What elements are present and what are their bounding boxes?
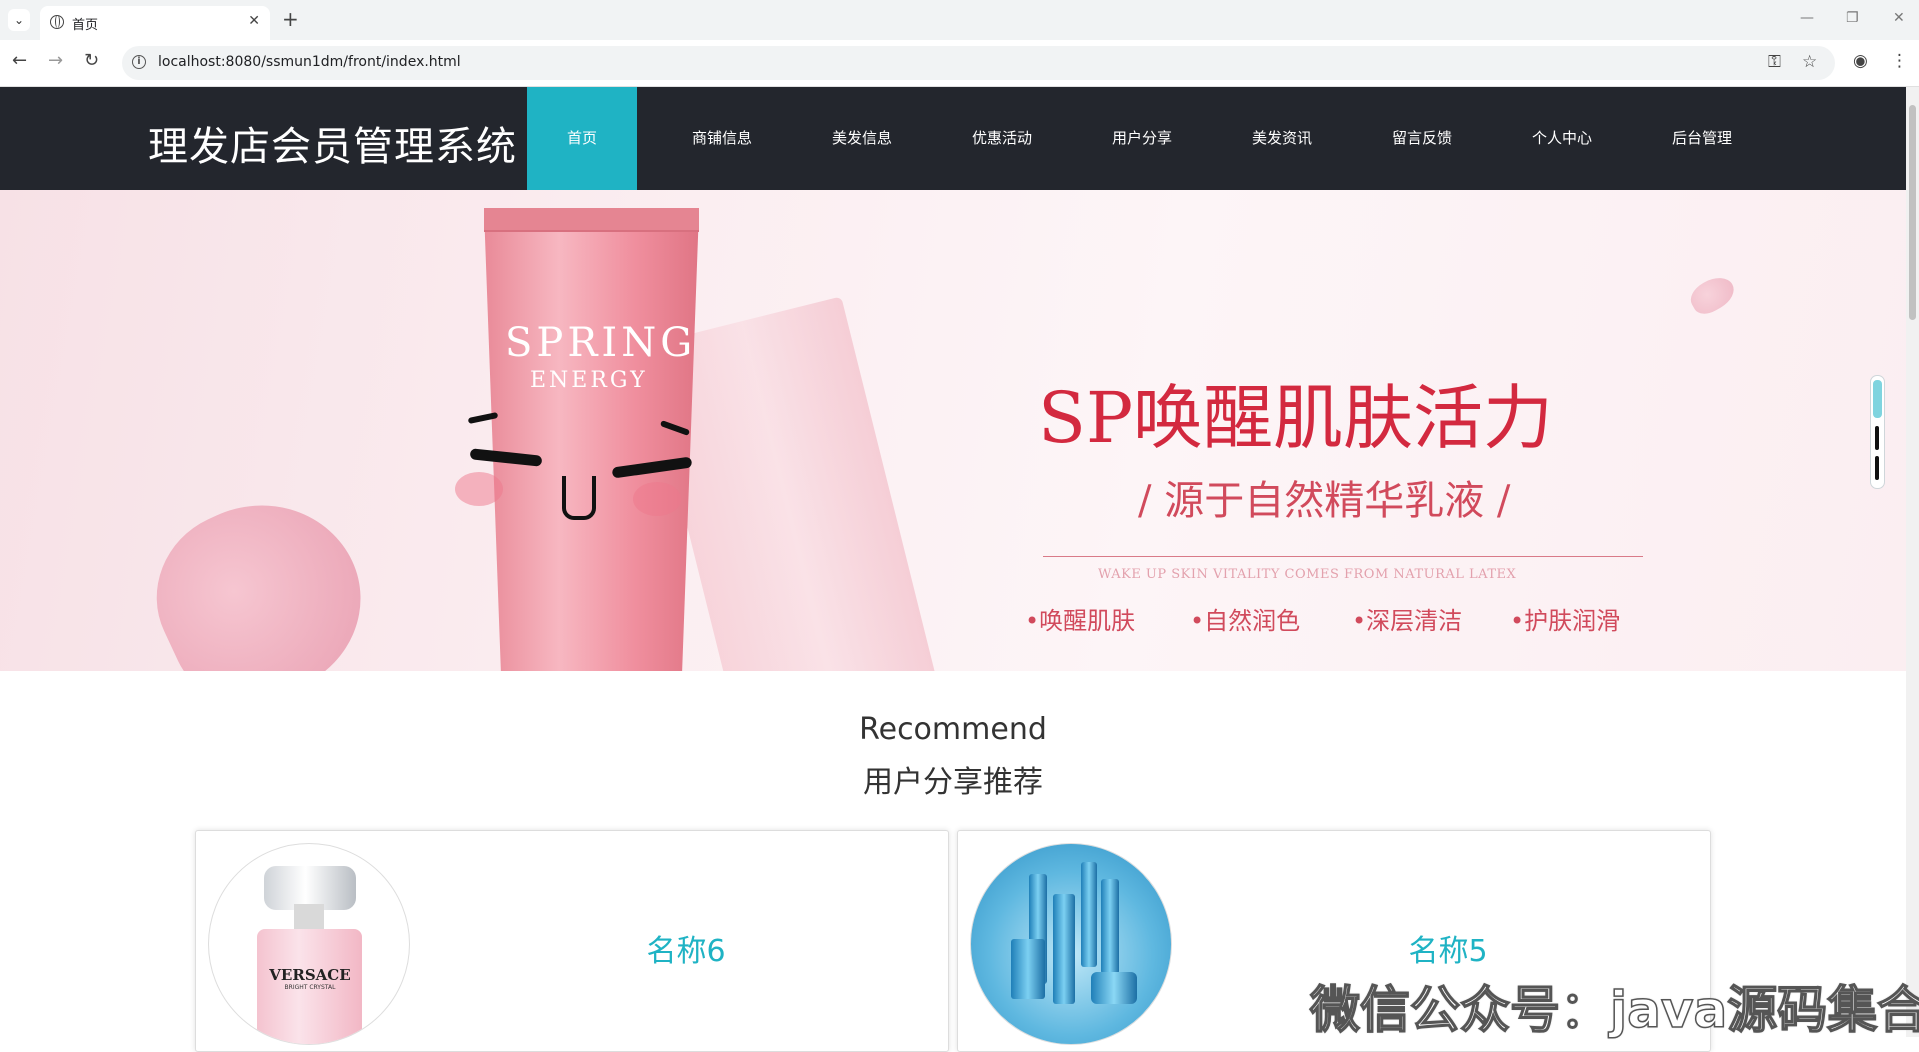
widget-bar	[1875, 426, 1879, 450]
bookmark-star-icon[interactable]: ☆	[1802, 52, 1817, 72]
reload-button[interactable]: ↻	[84, 50, 99, 71]
nav-item-hair-news[interactable]: 美发资讯	[1227, 87, 1337, 190]
banner-divider	[1043, 556, 1643, 557]
browser-tabstrip: ⌄ 首页 ✕ + — ❐ ✕	[0, 0, 1919, 40]
widget-bar	[1875, 456, 1879, 480]
doodle-cheek-left	[455, 472, 503, 506]
browser-tab[interactable]: 首页 ✕	[40, 6, 270, 40]
page-scrollbar[interactable]	[1906, 87, 1919, 1037]
close-tab-icon[interactable]: ✕	[248, 13, 260, 29]
nav-item-shops[interactable]: 商铺信息	[667, 87, 777, 190]
doodle-cheek-right	[633, 482, 681, 516]
recommend-card[interactable]: VERSACE BRIGHT CRYSTAL 名称6	[195, 830, 949, 1052]
profile-icon[interactable]: ◉	[1853, 51, 1868, 71]
card-name[interactable]: 名称5	[1258, 926, 1638, 970]
small-petal-image	[1685, 270, 1740, 320]
recommend-title-cn: 用户分享推荐	[863, 765, 1043, 800]
doodle-mouth	[562, 476, 596, 520]
recommend-title-en: Recommend	[859, 712, 1047, 747]
close-window-button[interactable]: ✕	[1893, 10, 1905, 26]
cosmetics-image[interactable]	[970, 843, 1172, 1045]
front-tube-image	[484, 210, 699, 671]
minimize-window-button[interactable]: —	[1800, 10, 1814, 26]
forward-button[interactable]: →	[48, 50, 63, 71]
banner-feature: •深层清洁	[1352, 607, 1463, 635]
bottle-shape	[1081, 862, 1097, 967]
tube-sub-text: ENERGY	[530, 368, 648, 393]
nav-item-promotions[interactable]: 优惠活动	[947, 87, 1057, 190]
tube-crimp	[484, 208, 699, 232]
tube-brand-text: SPRING	[505, 320, 697, 366]
url-text: localhost:8080/ssmun1dm/front/index.html	[158, 54, 461, 70]
nav-item-feedback[interactable]: 留言反馈	[1367, 87, 1477, 190]
bottle-sub-label: BRIGHT CRYSTAL	[284, 984, 336, 991]
globe-icon	[50, 15, 64, 29]
back-button[interactable]: ←	[12, 50, 27, 71]
site-header: 理发店会员管理系统 首页 商铺信息 美发信息 优惠活动 用户分享 美发资讯 留言…	[0, 87, 1906, 190]
card-name[interactable]: 名称6	[496, 926, 876, 970]
jar-shape	[1091, 972, 1137, 1004]
floating-side-widget[interactable]	[1870, 375, 1885, 489]
hero-banner[interactable]: SPRING ENERGY SP唤醒肌肤活力 / 源于自然精华乳液 / WAKE…	[0, 190, 1906, 671]
site-title: 理发店会员管理系统	[148, 124, 517, 170]
perfume-image[interactable]: VERSACE BRIGHT CRYSTAL	[208, 843, 410, 1045]
widget-highlight	[1873, 380, 1882, 418]
password-key-icon[interactable]: ⚿	[1768, 52, 1781, 72]
banner-headline: SP唤醒肌肤活力	[1038, 377, 1554, 459]
main-nav: 首页 商铺信息 美发信息 优惠活动 用户分享 美发资讯 留言反馈 个人中心 后台…	[527, 87, 1787, 190]
new-tab-button[interactable]: +	[282, 8, 299, 30]
nav-item-home[interactable]: 首页	[527, 87, 637, 190]
address-bar[interactable]: i localhost:8080/ssmun1dm/front/index.ht…	[122, 46, 1835, 80]
nav-item-user-shares[interactable]: 用户分享	[1087, 87, 1197, 190]
menu-kebab-icon[interactable]: ⋮	[1891, 51, 1908, 71]
restore-window-button[interactable]: ❐	[1846, 10, 1859, 26]
banner-subline: / 源于自然精华乳液 /	[1138, 478, 1511, 524]
nav-item-profile[interactable]: 个人中心	[1507, 87, 1617, 190]
bottle-brand: VERSACE	[269, 966, 351, 984]
bottle-neck	[294, 904, 324, 932]
rose-petal-image	[129, 471, 391, 671]
banner-feature: •唤醒肌肤	[1025, 607, 1136, 635]
bottle-shape	[1011, 939, 1045, 999]
scrollbar-thumb[interactable]	[1909, 105, 1916, 320]
site-info-icon[interactable]: i	[132, 55, 146, 69]
banner-feature: •自然润色	[1190, 607, 1301, 635]
nav-item-hair-info[interactable]: 美发信息	[807, 87, 917, 190]
banner-english-text: WAKE UP SKIN VITALITY COMES FROM NATURAL…	[1098, 567, 1517, 582]
tab-search-button[interactable]: ⌄	[8, 9, 30, 31]
bottle-shape	[1053, 894, 1075, 1004]
bottle-shape	[1101, 879, 1119, 974]
watermark-text: 微信公众号：java源码集合	[1309, 980, 1919, 1040]
banner-feature: •护肤润滑	[1510, 607, 1621, 635]
browser-toolbar: ← → ↻ i localhost:8080/ssmun1dm/front/in…	[0, 40, 1919, 87]
nav-item-admin[interactable]: 后台管理	[1647, 87, 1757, 190]
tab-title: 首页	[72, 18, 99, 33]
